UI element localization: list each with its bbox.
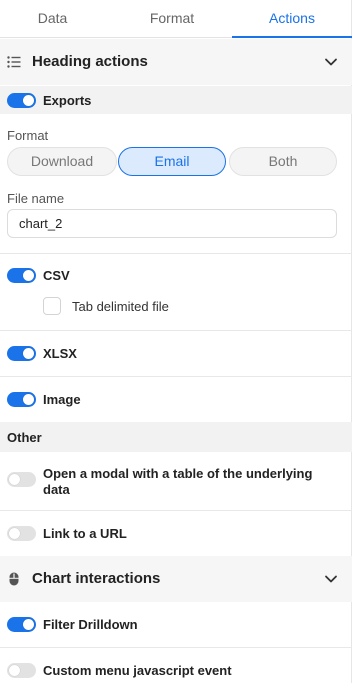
format-email-button[interactable]: Email [118,147,226,176]
xlsx-label: XLSX [43,346,77,361]
divider [0,510,352,511]
divider [0,253,352,254]
custom-menu-toggle[interactable] [7,663,36,678]
csv-toggle[interactable] [7,268,36,283]
xlsx-toggle[interactable] [7,346,36,361]
divider [0,647,352,648]
divider [0,376,352,377]
format-download-button[interactable]: Download [7,147,117,176]
tab-data[interactable]: Data [0,0,105,38]
format-both-button[interactable]: Both [229,147,337,176]
tab-delimited-label: Tab delimited file [72,299,169,314]
custom-menu-label: Custom menu javascript event [43,663,232,678]
tab-format[interactable]: Format [117,0,227,38]
format-label: Format [7,128,49,143]
image-label: Image [43,392,81,407]
toggle-knob [9,665,20,676]
chart-interactions-title: Chart interactions [32,570,161,587]
chevron-down-icon[interactable] [324,55,338,69]
filter-drilldown-toggle[interactable] [7,617,36,632]
toggle-knob [23,348,34,359]
toggle-knob [23,270,34,281]
toggle-knob [23,619,34,630]
image-toggle[interactable] [7,392,36,407]
toggle-knob [23,95,34,106]
tab-bar: Data Format Actions [0,0,352,38]
heading-actions-title: Heading actions [32,53,148,70]
mouse-icon [6,571,22,587]
modal-label: Open a modal with a table of the underly… [43,466,313,497]
toggle-knob [9,528,20,539]
toggle-knob [9,474,20,485]
other-title: Other [7,430,42,445]
tab-delimited-checkbox[interactable] [43,297,61,315]
list-icon [6,54,22,70]
chevron-down-icon[interactable] [324,572,338,586]
modal-toggle[interactable] [7,472,36,487]
exports-toggle[interactable] [7,93,36,108]
link-url-label: Link to a URL [43,526,127,541]
filter-drilldown-label: Filter Drilldown [43,617,138,632]
actions-panel: Data Format Actions Heading actions Expo… [0,0,352,683]
other-band [0,422,352,452]
csv-label: CSV [43,268,70,283]
toggle-knob [23,394,34,405]
chart-interactions-header[interactable]: Chart interactions [0,556,352,602]
exports-label: Exports [43,93,92,108]
heading-actions-header[interactable]: Heading actions [0,39,352,85]
tab-actions[interactable]: Actions [232,0,352,38]
divider [0,330,352,331]
file-name-label: File name [7,191,65,206]
file-name-input[interactable] [7,209,337,238]
link-url-toggle[interactable] [7,526,36,541]
